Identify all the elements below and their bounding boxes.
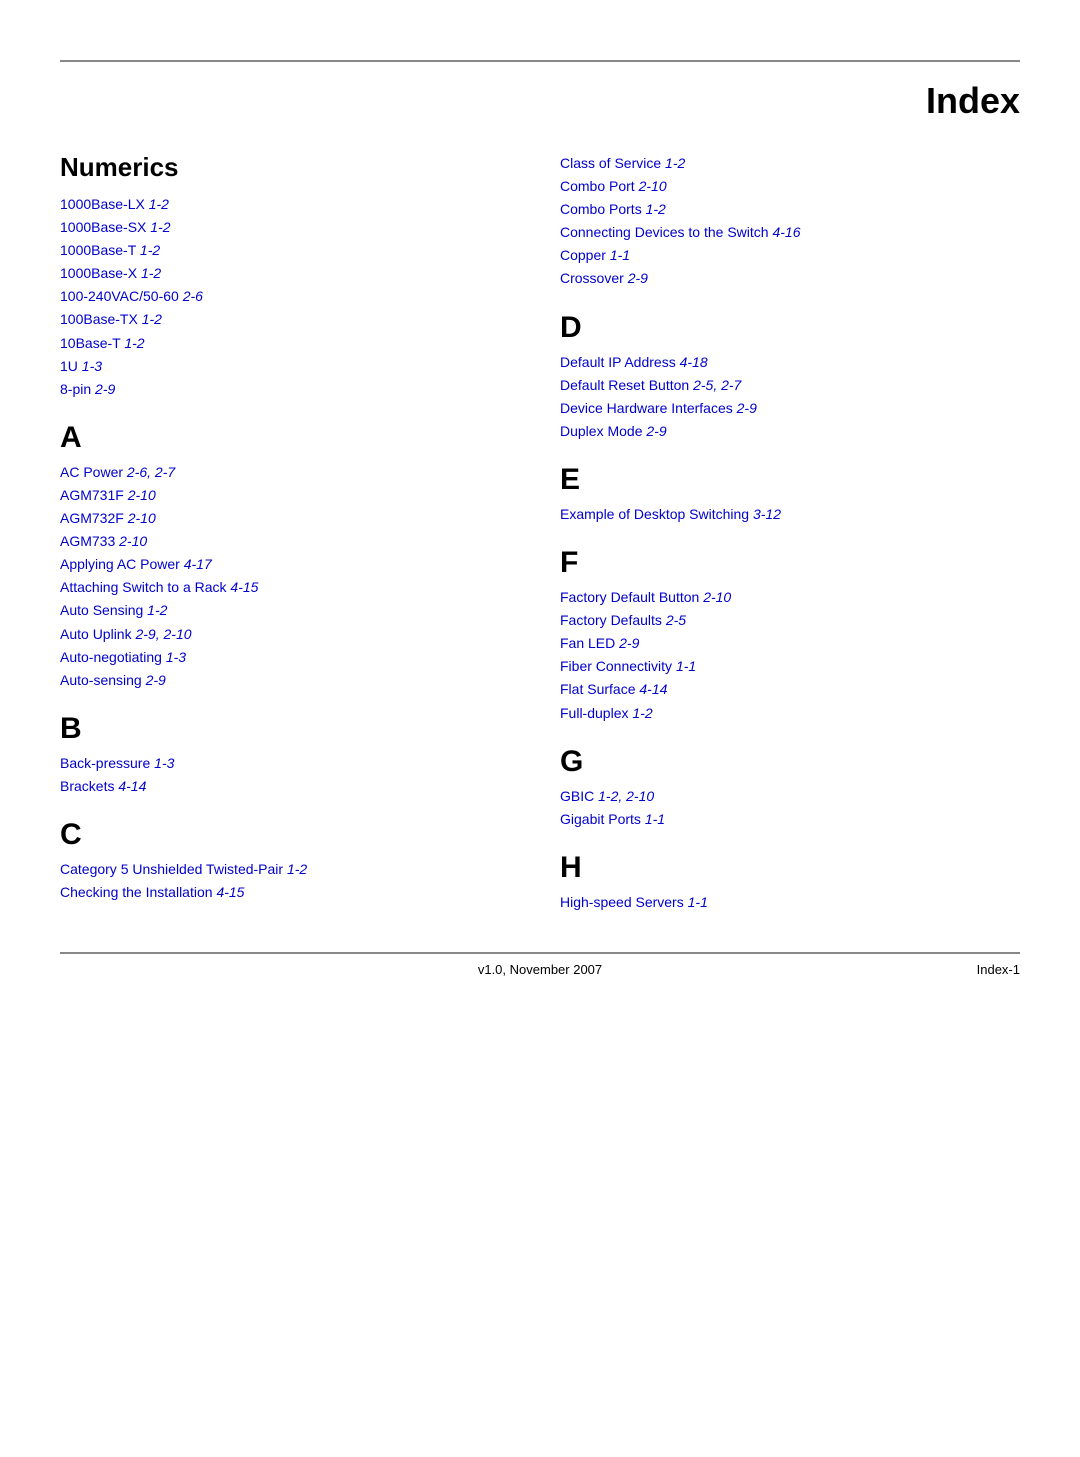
section-letter-heading: E	[560, 463, 1020, 497]
index-link[interactable]: Factory Default Button 2-10	[560, 586, 1020, 609]
index-link[interactable]: 1000Base-LX 1-2	[60, 193, 520, 216]
index-link[interactable]: Factory Defaults 2-5	[560, 609, 1020, 632]
index-link[interactable]: Brackets 4-14	[60, 775, 520, 798]
index-link[interactable]: Auto Sensing 1-2	[60, 599, 520, 622]
index-link[interactable]: Checking the Installation 4-15	[60, 881, 520, 904]
section-block: B Back-pressure 1-3Brackets 4-14	[60, 712, 520, 798]
index-link[interactable]: Auto-negotiating 1-3	[60, 646, 520, 669]
index-link[interactable]: Fan LED 2-9	[560, 632, 1020, 655]
index-link[interactable]: 8-pin 2-9	[60, 378, 520, 401]
index-link[interactable]: Device Hardware Interfaces 2-9	[560, 397, 1020, 420]
index-link[interactable]: 100Base-TX 1-2	[60, 308, 520, 331]
section-letter-heading: B	[60, 712, 520, 746]
index-link[interactable]: Crossover 2-9	[560, 267, 1020, 290]
index-link[interactable]: Example of Desktop Switching 3-12	[560, 503, 1020, 526]
section-block: F Factory Default Button 2-10Factory Defa…	[560, 546, 1020, 725]
section-block: H High-speed Servers 1-1	[560, 851, 1020, 914]
section-block: E Example of Desktop Switching 3-12	[560, 463, 1020, 526]
left-sections: A AC Power 2-6, 2-7AGM731F 2-10AGM732F 2-…	[60, 421, 520, 904]
index-link[interactable]: Auto-sensing 2-9	[60, 669, 520, 692]
index-link[interactable]: AGM731F 2-10	[60, 484, 520, 507]
index-link[interactable]: GBIC 1-2, 2-10	[560, 785, 1020, 808]
section-block: D Default IP Address 4-18Default Reset Bu…	[560, 311, 1020, 443]
section-block: Class of Service 1-2Combo Port 2-10Combo…	[560, 152, 1020, 291]
footer: v1.0, November 2007 Index-1	[0, 954, 1080, 977]
index-link[interactable]: 1000Base-X 1-2	[60, 262, 520, 285]
section-letter-heading: A	[60, 421, 520, 455]
numerics-items: 1000Base-LX 1-21000Base-SX 1-21000Base-T…	[60, 193, 520, 401]
numerics-heading: Numerics	[60, 152, 520, 183]
section-letter-heading: C	[60, 818, 520, 852]
index-link[interactable]: Applying AC Power 4-17	[60, 553, 520, 576]
index-link[interactable]: 1U 1-3	[60, 355, 520, 378]
index-link[interactable]: Combo Ports 1-2	[560, 198, 1020, 221]
page: Index Numerics 1000Base-LX 1-21000Base-S…	[0, 60, 1080, 1457]
section-block: C Category 5 Unshielded Twisted-Pair 1-2C…	[60, 818, 520, 904]
index-link[interactable]: Default IP Address 4-18	[560, 351, 1020, 374]
index-link[interactable]: Back-pressure 1-3	[60, 752, 520, 775]
index-link[interactable]: AGM732F 2-10	[60, 507, 520, 530]
index-link[interactable]: Category 5 Unshielded Twisted-Pair 1-2	[60, 858, 520, 881]
right-sections: Class of Service 1-2Combo Port 2-10Combo…	[560, 152, 1020, 914]
section-block: G GBIC 1-2, 2-10Gigabit Ports 1-1	[560, 745, 1020, 831]
index-link[interactable]: Duplex Mode 2-9	[560, 420, 1020, 443]
index-link[interactable]: Connecting Devices to the Switch 4-16	[560, 221, 1020, 244]
section-letter-heading: G	[560, 745, 1020, 779]
left-column: Numerics 1000Base-LX 1-21000Base-SX 1-21…	[60, 152, 520, 922]
index-link[interactable]: 100-240VAC/50-60 2-6	[60, 285, 520, 308]
index-link[interactable]: Attaching Switch to a Rack 4-15	[60, 576, 520, 599]
index-link[interactable]: Class of Service 1-2	[560, 152, 1020, 175]
index-link[interactable]: AC Power 2-6, 2-7	[60, 461, 520, 484]
footer-version: v1.0, November 2007	[130, 962, 950, 977]
index-link[interactable]: Flat Surface 4-14	[560, 678, 1020, 701]
section-block: A AC Power 2-6, 2-7AGM731F 2-10AGM732F 2-…	[60, 421, 520, 692]
index-link[interactable]: Auto Uplink 2-9, 2-10	[60, 623, 520, 646]
index-link[interactable]: Copper 1-1	[560, 244, 1020, 267]
page-title: Index	[0, 62, 1080, 152]
index-link[interactable]: Default Reset Button 2-5, 2-7	[560, 374, 1020, 397]
index-link[interactable]: Full-duplex 1-2	[560, 702, 1020, 725]
content-area: Numerics 1000Base-LX 1-21000Base-SX 1-21…	[0, 152, 1080, 922]
index-link[interactable]: Combo Port 2-10	[560, 175, 1020, 198]
numerics-section: Numerics 1000Base-LX 1-21000Base-SX 1-21…	[60, 152, 520, 401]
right-column: Class of Service 1-2Combo Port 2-10Combo…	[560, 152, 1020, 922]
index-link[interactable]: Gigabit Ports 1-1	[560, 808, 1020, 831]
index-link[interactable]: High-speed Servers 1-1	[560, 891, 1020, 914]
footer-page: Index-1	[950, 962, 1020, 977]
index-link[interactable]: 1000Base-SX 1-2	[60, 216, 520, 239]
index-link[interactable]: Fiber Connectivity 1-1	[560, 655, 1020, 678]
section-letter-heading: H	[560, 851, 1020, 885]
index-link[interactable]: 10Base-T 1-2	[60, 332, 520, 355]
section-letter-heading: F	[560, 546, 1020, 580]
section-letter-heading: D	[560, 311, 1020, 345]
index-link[interactable]: AGM733 2-10	[60, 530, 520, 553]
index-link[interactable]: 1000Base-T 1-2	[60, 239, 520, 262]
